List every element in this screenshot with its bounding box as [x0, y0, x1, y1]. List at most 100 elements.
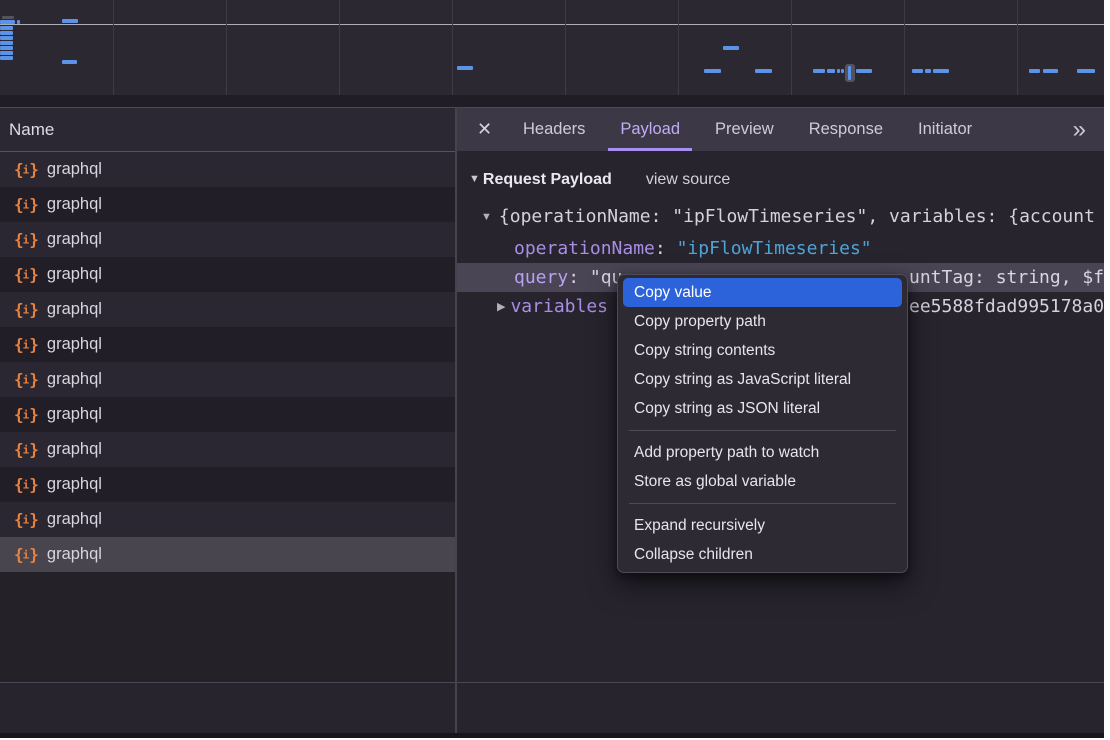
request-name: graphql [47, 370, 102, 389]
waterfall-bar [827, 69, 835, 73]
tab-preview[interactable]: Preview [703, 108, 786, 151]
menu-item-copy-string-contents[interactable]: Copy string contents [623, 336, 902, 365]
request-name: graphql [47, 195, 102, 214]
request-row[interactable]: {i}graphql [0, 467, 455, 502]
waterfall-bar [755, 69, 772, 73]
waterfall-bar [0, 31, 13, 35]
waterfall-bar [933, 69, 949, 73]
request-row[interactable]: {i} graphql [0, 222, 455, 257]
request-list: {i} graphql {i} graphql {i} graphql {i} graphql… [0, 152, 455, 572]
menu-item-collapse-children[interactable]: Collapse children [623, 540, 902, 569]
collapse-triangle-icon: ▼ [469, 173, 480, 185]
close-icon[interactable]: ✕ [477, 119, 495, 140]
request-name: graphql [47, 160, 102, 179]
json-request-icon: {i} [14, 475, 38, 494]
request-row[interactable]: {i} graphql [0, 397, 455, 432]
menu-item-expand-recursively[interactable]: Expand recursively [623, 511, 902, 540]
request-name: graphql [47, 545, 102, 564]
window-bottom-edge [0, 733, 1104, 738]
timeline-gridline [1017, 0, 1018, 95]
json-request-icon: {i} [14, 300, 38, 319]
menu-item-store-as-global-variable[interactable]: Store as global variable [623, 467, 902, 496]
waterfall-bar [0, 20, 15, 24]
query-value-clipped: untTag: string, $f [909, 263, 1104, 292]
context-menu: Copy valueCopy property pathCopy string … [617, 274, 908, 573]
waterfall-bar [17, 20, 20, 24]
timeline-gridline [452, 0, 453, 95]
waterfall-bar [837, 69, 840, 73]
payload-row-operationname[interactable]: operationName: "ipFlowTimeseries" [457, 234, 1104, 263]
timeline-selection-marker-line [848, 66, 851, 80]
tab-response[interactable]: Response [797, 108, 895, 151]
timeline-gridline [904, 0, 905, 95]
json-request-icon: {i} [14, 230, 38, 249]
tab-payload[interactable]: Payload [608, 108, 692, 151]
waterfall-bar [0, 41, 13, 45]
menu-separator [629, 503, 896, 504]
request-name: graphql [47, 335, 102, 354]
menu-item-copy-string-as-json-literal[interactable]: Copy string as JSON literal [623, 394, 902, 423]
request-row[interactable]: {i} graphql [0, 537, 455, 572]
expanded-triangle-icon[interactable]: ▼ [481, 211, 492, 223]
waterfall-bar [0, 46, 13, 50]
json-request-icon: {i} [14, 370, 38, 389]
request-row[interactable]: {i} graphql [0, 292, 455, 327]
json-request-icon: {i} [14, 160, 38, 179]
details-tabbar: ✕ Headers Payload Preview Response Initiator… [457, 108, 1104, 151]
waterfall-bar [2, 16, 14, 19]
request-name: graphql [47, 440, 102, 459]
network-overview-timeline[interactable] [0, 0, 1104, 107]
menu-item-add-property-path-to-watch[interactable]: Add property path to watch [623, 438, 902, 467]
waterfall-bar [912, 69, 923, 73]
status-footer [0, 683, 1104, 733]
menu-item-copy-value[interactable]: Copy value [623, 278, 902, 307]
panel-splitter[interactable] [455, 107, 457, 733]
request-row[interactable]: {i}graphql [0, 327, 455, 362]
request-row[interactable]: {i} graphql [0, 362, 455, 397]
request-row[interactable]: {i} graphql [0, 187, 455, 222]
waterfall-bar [856, 69, 872, 73]
request-name: graphql [47, 265, 102, 284]
timeline-divider-line [0, 24, 1104, 25]
menu-item-copy-property-path[interactable]: Copy property path [623, 307, 902, 336]
requests-panel: Name {i}graphql{i}graphql{i}graphql{i}gr… [0, 108, 455, 683]
request-name: graphql [47, 230, 102, 249]
request-row[interactable]: {i} graphql [0, 152, 455, 187]
request-name: graphql [47, 405, 102, 424]
request-name: graphql [47, 510, 102, 529]
column-header-label: Name [9, 120, 54, 139]
timeline-bottom-strip [0, 95, 1104, 107]
request-row[interactable]: {i} graphql [0, 432, 455, 467]
tab-initiator[interactable]: Initiator [906, 108, 984, 151]
waterfall-bar [0, 26, 13, 30]
section-title: Request Payload [483, 171, 612, 188]
request-row[interactable]: {i} graphql [0, 502, 455, 537]
more-tabs-icon[interactable]: » [1073, 120, 1084, 140]
payload-root-row[interactable]: ▼{operationName: "ipFlowTimeseries", var… [457, 202, 1104, 231]
waterfall-bar [1029, 69, 1040, 73]
network-panel-main: Name {i}graphql{i}graphql{i}graphql{i}gr… [0, 107, 1104, 682]
timeline-gridline [226, 0, 227, 95]
devtools-window: Name {i}graphql{i}graphql{i}graphql{i}gr… [0, 0, 1104, 738]
json-request-icon: {i} [14, 195, 38, 214]
view-source-link[interactable]: view source [646, 171, 730, 188]
json-request-icon: {i} [14, 405, 38, 424]
request-payload-section[interactable]: ▼Request Payload view source [469, 163, 730, 195]
waterfall-bar [1043, 69, 1058, 73]
timeline-gridline [678, 0, 679, 95]
timeline-gridline [113, 0, 114, 95]
waterfall-bar [813, 69, 825, 73]
tabs-container: Headers Payload Preview Response Initiator [511, 108, 995, 151]
waterfall-bar [841, 69, 844, 73]
column-header-name[interactable]: Name [0, 108, 455, 152]
json-request-icon: {i} [14, 545, 38, 564]
json-request-icon: {i} [14, 510, 38, 529]
json-request-icon: {i} [14, 440, 38, 459]
menu-item-copy-string-as-javascript-literal[interactable]: Copy string as JavaScript literal [623, 365, 902, 394]
request-row[interactable]: {i} graphql [0, 257, 455, 292]
tab-headers[interactable]: Headers [511, 108, 597, 151]
collapsed-triangle-icon[interactable]: ▶ [497, 301, 505, 313]
request-name: graphql [47, 300, 102, 319]
json-request-icon: {i} [14, 265, 38, 284]
waterfall-bar [0, 36, 13, 40]
